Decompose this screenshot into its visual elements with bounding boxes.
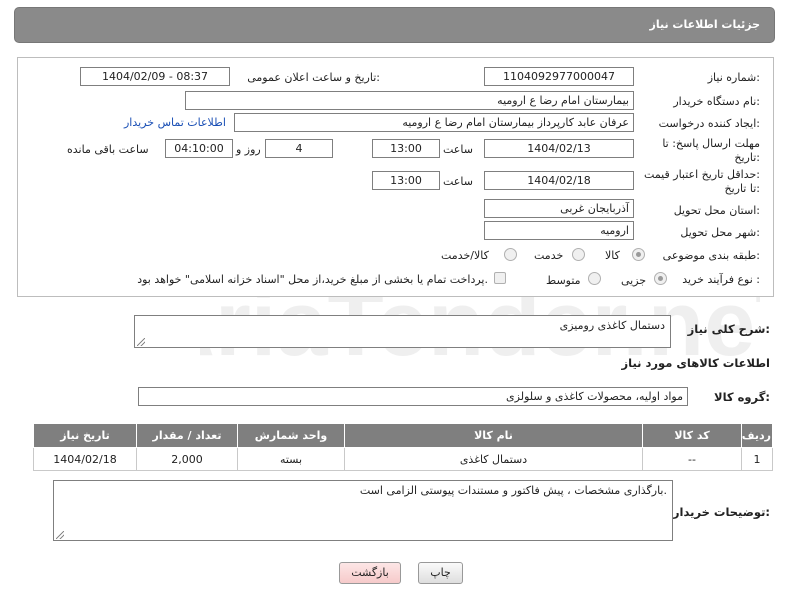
deadline-time-field[interactable]: 13:00: [372, 139, 440, 158]
col-header-need-date: تاریخ نیاز: [33, 423, 137, 448]
min-price-date-field[interactable]: 1404/02/18: [484, 171, 634, 190]
process-radio-medium[interactable]: [588, 272, 601, 285]
print-button[interactable]: چاپ: [418, 562, 463, 584]
page-title: جزئیات اطلاعات نیاز: [649, 18, 761, 31]
cell-item-name: دستمال کاغذی: [344, 447, 643, 471]
min-price-label-line1: حداقل تاریخ اعتبار قیمت:: [644, 168, 760, 181]
page-header: جزئیات اطلاعات نیاز: [14, 7, 775, 43]
category-radio-goods[interactable]: [632, 248, 645, 261]
description-label: شرح کلی نیاز:: [687, 322, 770, 336]
col-header-row-number: ردیف: [741, 423, 773, 448]
buyer-name-field[interactable]: بیمارستان امام رضا ع ارومیه: [185, 91, 634, 110]
category-radio-service[interactable]: [572, 248, 585, 261]
col-header-unit: واحد شمارش: [237, 423, 345, 448]
buyer-name-label: نام دستگاه خریدار:: [673, 95, 760, 108]
col-header-quantity: تعداد / مقدار: [136, 423, 238, 448]
goods-table: ردیف کد کالا نام کالا واحد شمارش تعداد /…: [33, 423, 773, 471]
col-header-item-code: کد کالا: [642, 423, 742, 448]
buyer-contact-link[interactable]: اطلاعات تماس خریدار: [124, 116, 226, 129]
remaining-time-label: ساعت باقی مانده: [67, 143, 149, 156]
buyer-notes-textarea[interactable]: بارگذاری مشخصات ، پیش فاکتور و مستندات پ…: [53, 480, 673, 541]
buyer-notes-text: بارگذاری مشخصات ، پیش فاکتور و مستندات پ…: [359, 484, 667, 497]
buyer-notes-label: توضیحات خریدار:: [672, 505, 770, 519]
treasury-payment-note: پرداخت تمام یا بخشی از مبلغ خرید،از محل …: [137, 273, 488, 286]
need-number-field[interactable]: 1104092977000047: [484, 67, 634, 86]
goods-group-field[interactable]: مواد اولیه، محصولات کاغذی و سلولزی: [138, 387, 688, 406]
process-type-label: نوع فرآیند خرید :: [682, 273, 760, 286]
province-field[interactable]: آذربایجان غربی: [484, 199, 634, 218]
min-price-label-line2: تا تاریخ:: [724, 182, 760, 195]
process-option-minor: جزیی: [621, 274, 647, 287]
creator-field[interactable]: عرفان عابد کارپرداز بیمارستان امام رضا ع…: [234, 113, 634, 132]
creator-label: ایجاد کننده درخواست:: [658, 117, 760, 130]
cell-need-date: 1404/02/18: [33, 447, 137, 471]
cell-quantity: 2,000: [136, 447, 238, 471]
deadline-label-line1: مهلت ارسال پاسخ: تا: [662, 137, 760, 150]
table-row[interactable]: 1 -- دستمال کاغذی بسته 2,000 1404/02/18: [33, 447, 773, 471]
description-textarea[interactable]: دستمال کاغذی رومیزی: [134, 315, 671, 348]
goods-group-label: گروه کالا:: [714, 390, 770, 404]
goods-table-header: ردیف کد کالا نام کالا واحد شمارش تعداد /…: [33, 423, 773, 448]
city-label: شهر محل تحویل:: [680, 226, 760, 239]
province-label: استان محل تحویل:: [673, 204, 760, 217]
category-option-service: خدمت: [534, 249, 564, 262]
category-option-goods: کالا: [605, 249, 620, 262]
category-radio-goods-service[interactable]: [504, 248, 517, 261]
days-label: روز و: [236, 143, 261, 156]
cell-item-code: --: [642, 447, 742, 471]
need-number-label: شماره نیاز:: [707, 71, 760, 84]
description-text: دستمال کاغذی رومیزی: [559, 319, 665, 332]
deadline-date-field[interactable]: 1404/02/13: [484, 139, 634, 158]
resize-grip-icon[interactable]: [56, 531, 64, 539]
col-header-item-name: نام کالا: [344, 423, 643, 448]
cell-unit: بسته: [237, 447, 345, 471]
days-remaining-field[interactable]: 4: [265, 139, 333, 158]
process-option-medium: متوسط: [546, 274, 581, 287]
resize-grip-icon[interactable]: [137, 338, 145, 346]
cell-row-number: 1: [741, 447, 773, 471]
category-option-goods-service: کالا/خدمت: [441, 249, 489, 262]
city-field[interactable]: ارومیه: [484, 221, 634, 240]
announce-date-field[interactable]: 1404/02/09 - 08:37: [80, 67, 230, 86]
deadline-time-label: ساعت: [443, 143, 473, 156]
treasury-payment-checkbox[interactable]: [494, 272, 506, 284]
category-label: طبقه بندی موضوعی:: [662, 249, 760, 262]
goods-section-title: اطلاعات کالاهای مورد نیاز: [621, 356, 770, 370]
announce-date-label: تاریخ و ساعت اعلان عمومی:: [247, 71, 380, 84]
process-radio-minor[interactable]: [654, 272, 667, 285]
remaining-time-field[interactable]: 04:10:00: [165, 139, 233, 158]
deadline-label-line2: تاریخ:: [734, 151, 760, 164]
min-price-time-label: ساعت: [443, 175, 473, 188]
min-price-time-field[interactable]: 13:00: [372, 171, 440, 190]
back-button[interactable]: بازگشت: [339, 562, 401, 584]
